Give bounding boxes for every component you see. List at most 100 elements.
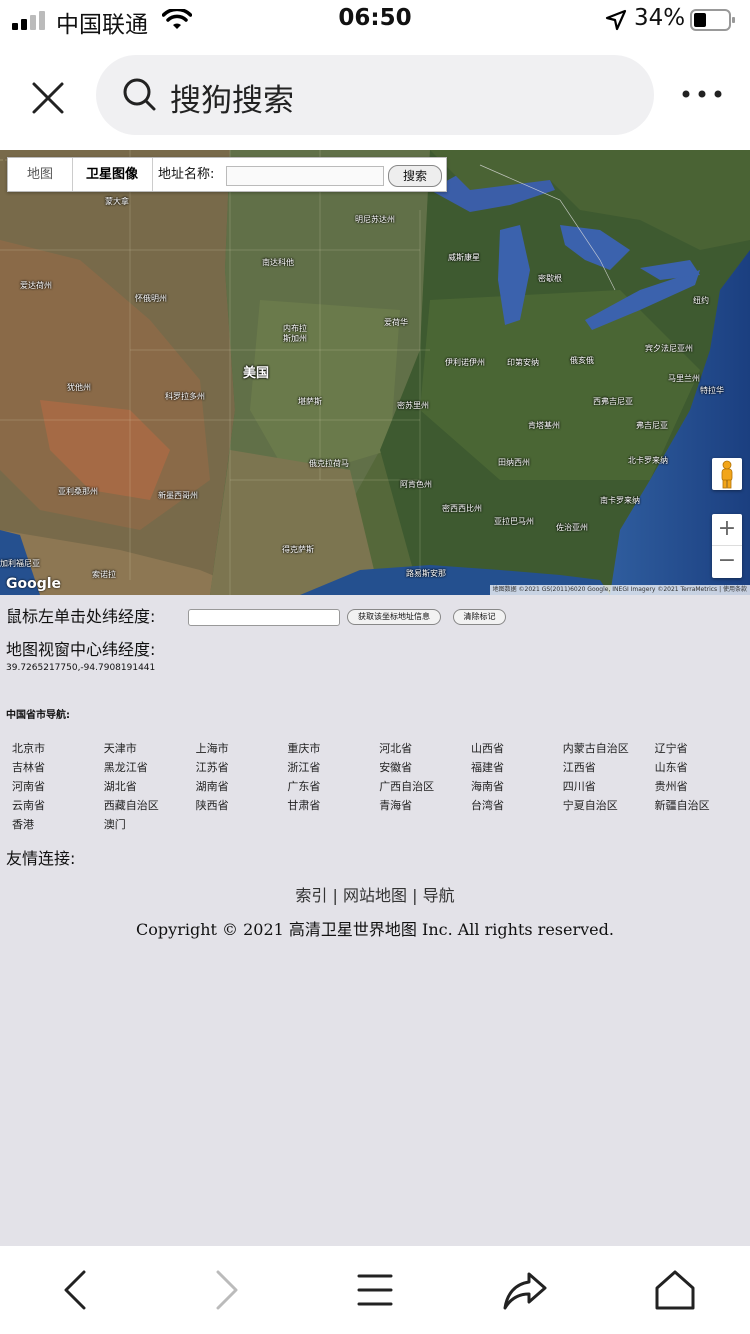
province-link[interactable]: 内蒙古自治区 [563, 740, 629, 756]
province-link[interactable]: 福建省 [471, 759, 504, 775]
address-input[interactable] [226, 166, 384, 186]
province-link[interactable]: 吉林省 [12, 759, 45, 775]
map-place-label: 俄亥俄 [570, 356, 594, 365]
get-address-button[interactable]: 获取该坐标地址信息 [347, 609, 441, 625]
search-bar[interactable]: 搜狗搜索 [96, 55, 654, 135]
map-place-label: 堪萨斯 [298, 397, 322, 406]
map-place-label: 爱达荷州 [20, 281, 52, 290]
map-place-label: 新墨西哥州 [158, 491, 198, 500]
wifi-icon [162, 9, 192, 29]
province-link[interactable]: 江苏省 [196, 759, 229, 775]
province-link[interactable]: 四川省 [563, 778, 596, 794]
map-place-label: 马里兰州 [668, 374, 700, 383]
province-link[interactable]: 陕西省 [196, 797, 229, 813]
province-link[interactable]: 西藏自治区 [104, 797, 159, 813]
share-icon[interactable] [501, 1266, 549, 1314]
location-arrow-icon [605, 9, 627, 31]
province-link[interactable]: 台湾省 [471, 797, 504, 813]
province-link[interactable]: 安徽省 [379, 759, 412, 775]
province-nav-title: 中国省市导航: [6, 710, 70, 721]
map-place-label: 蒙大拿 [105, 197, 129, 206]
province-link[interactable]: 天津市 [104, 740, 137, 756]
status-bar: 中国联通 06:50 34% [0, 0, 750, 42]
province-link[interactable]: 北京市 [12, 740, 45, 756]
more-icon[interactable] [676, 78, 728, 110]
province-link[interactable]: 广东省 [287, 778, 320, 794]
center-coord-label: 地图视窗中心纬经度: [6, 640, 156, 659]
zoom-in-button[interactable]: + [712, 514, 742, 546]
map-place-label: 犹他州 [67, 383, 91, 392]
battery-percent: 34% [634, 5, 686, 31]
map-place-label: 特拉华 [700, 386, 724, 395]
footer-link-nav[interactable]: 导航 [423, 886, 455, 905]
province-link[interactable]: 青海省 [379, 797, 412, 813]
province-link[interactable]: 山西省 [471, 740, 504, 756]
map-place-label: 爱荷华 [384, 318, 408, 327]
province-link[interactable]: 香港 [12, 816, 34, 832]
close-icon[interactable] [26, 76, 70, 120]
map-place-label: 俄克拉荷马 [309, 459, 349, 468]
map-place-label: 南达科他 [262, 258, 294, 267]
province-link[interactable]: 重庆市 [287, 740, 320, 756]
map-place-label: 斯加州 [283, 334, 307, 343]
back-icon[interactable] [52, 1266, 100, 1314]
province-link[interactable]: 广西自治区 [379, 778, 434, 794]
province-link[interactable]: 湖北省 [104, 778, 137, 794]
map-place-label: 伊利诺伊州 [445, 358, 485, 367]
province-link[interactable]: 新疆自治区 [655, 797, 710, 813]
footer-link-sitemap[interactable]: 网站地图 [343, 886, 407, 905]
map-place-label: 密歇根 [538, 274, 562, 283]
map-place-label: 肯塔基州 [528, 421, 560, 430]
province-link[interactable]: 澳门 [104, 816, 126, 832]
street-view-pegman[interactable] [712, 458, 742, 490]
copyright-text: Copyright © 2021 高清卫星世界地图 Inc. All right… [136, 920, 614, 939]
browser-header: 搜狗搜索 [0, 42, 750, 150]
map-toolbar: 地图 卫星图像 地址名称: 搜索 [7, 157, 447, 192]
map-place-label: 密西西比州 [442, 504, 482, 513]
google-logo: Google [6, 576, 62, 592]
province-link[interactable]: 江西省 [563, 759, 596, 775]
map-attribution[interactable]: 地图数据 ©2021 GS(2011)6020 Google, INEGI Im… [489, 585, 750, 595]
province-link[interactable]: 海南省 [471, 778, 504, 794]
map-place-label: 阿肯色州 [400, 480, 432, 489]
zoom-control: + − [712, 514, 742, 578]
zoom-out-button[interactable]: − [712, 546, 742, 577]
clear-marker-button[interactable]: 清除标记 [453, 609, 506, 625]
footer-links: 索引 | 网站地图 | 导航 [295, 886, 455, 905]
map-place-label: 亚拉巴马州 [494, 517, 534, 526]
home-icon[interactable] [651, 1266, 699, 1314]
carrier-name: 中国联通 [56, 12, 148, 38]
country-label: 美国 [243, 366, 270, 381]
province-link[interactable]: 甘肃省 [287, 797, 320, 813]
map-place-label: 佐治亚州 [556, 523, 588, 532]
footer-link-index[interactable]: 索引 [295, 886, 327, 905]
province-link[interactable]: 河北省 [379, 740, 412, 756]
tab-satellite[interactable]: 卫星图像 [72, 158, 153, 191]
map-place-label: 明尼苏达州 [355, 215, 395, 224]
menu-icon[interactable] [351, 1266, 399, 1314]
address-search-button[interactable]: 搜索 [388, 165, 442, 187]
forward-icon[interactable] [202, 1266, 250, 1314]
province-link[interactable]: 辽宁省 [655, 740, 688, 756]
province-link[interactable]: 河南省 [12, 778, 45, 794]
province-link[interactable]: 黑龙江省 [104, 759, 148, 775]
province-link[interactable]: 贵州省 [655, 778, 688, 794]
province-link[interactable]: 湖南省 [196, 778, 229, 794]
click-coord-input[interactable] [188, 609, 340, 626]
satellite-map[interactable]: 蒙大拿 明尼苏达州 南达科他 威斯康星 密歇根 纽约 爱达荷州 怀俄明州 内布拉 斯加州 爱荷华 宾夕… [0, 150, 750, 595]
map-place-label: 索诺拉 [92, 570, 116, 579]
province-link[interactable]: 上海市 [196, 740, 229, 756]
province-link[interactable]: 浙江省 [287, 759, 320, 775]
signal-icon [12, 11, 45, 30]
map-place-label: 西弗吉尼亚 [593, 397, 633, 406]
province-link[interactable]: 云南省 [12, 797, 45, 813]
map-place-label: 宾夕法尼亚州 [645, 344, 693, 353]
battery-icon [690, 9, 735, 31]
map-place-label: 田纳西州 [498, 458, 530, 467]
click-coord-label: 鼠标左单击处纬经度: [6, 607, 156, 626]
tab-map[interactable]: 地图 [8, 158, 73, 191]
province-link[interactable]: 山东省 [655, 759, 688, 775]
province-link[interactable]: 宁夏自治区 [563, 797, 618, 813]
map-place-label: 纽约 [693, 296, 709, 305]
map-place-label: 威斯康星 [448, 253, 480, 262]
